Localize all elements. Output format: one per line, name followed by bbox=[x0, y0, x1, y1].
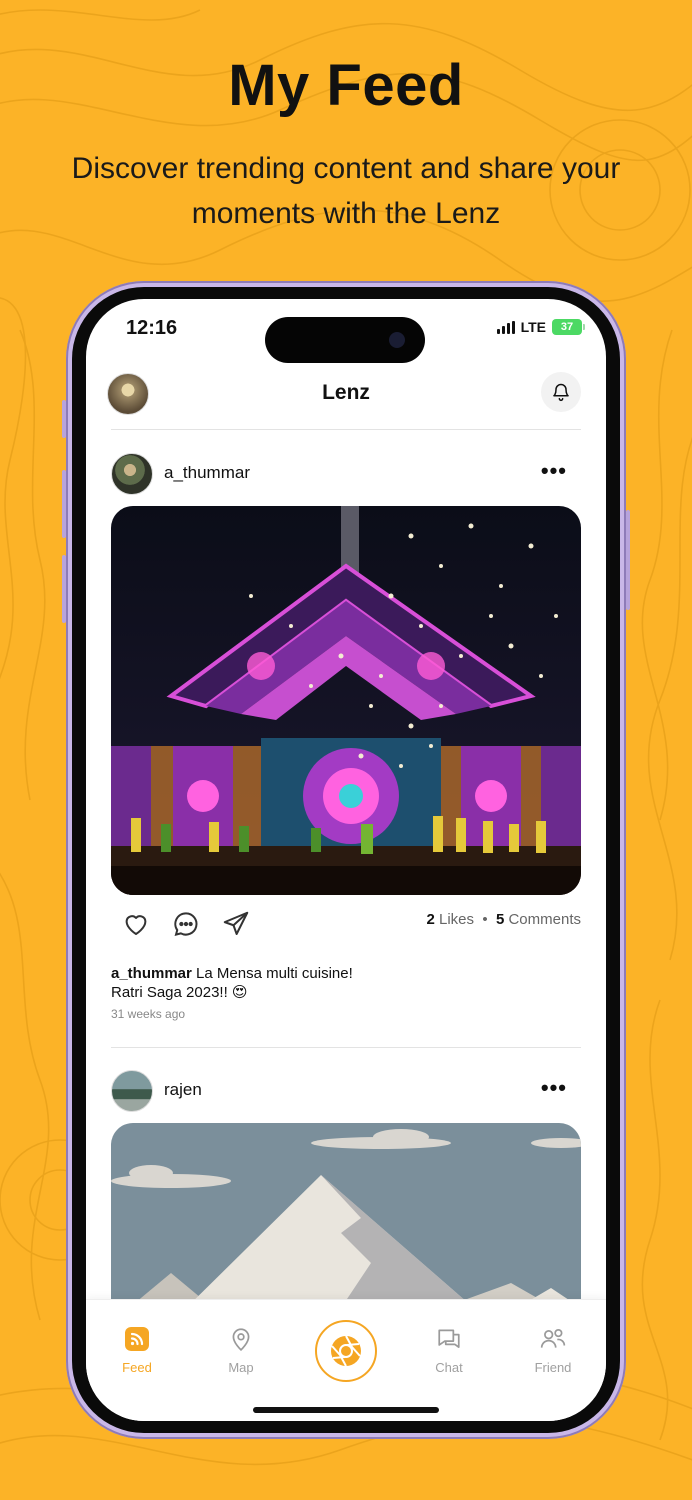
header-divider bbox=[111, 429, 581, 430]
post-timestamp: 31 weeks ago bbox=[111, 1007, 186, 1021]
likes-count: 2 bbox=[426, 911, 435, 928]
status-time: 12:16 bbox=[126, 317, 178, 339]
signal-icon bbox=[496, 320, 515, 334]
tab-map[interactable]: Map bbox=[206, 1326, 276, 1375]
phone-screen: 12:16 LTE 37 Lenz a_thummar ••• 2 Likes … bbox=[86, 299, 606, 1421]
heart-icon[interactable] bbox=[121, 909, 151, 939]
post-stats: 2 Likes • 5 Comments bbox=[426, 911, 581, 928]
mountain-illustration bbox=[111, 1123, 581, 1323]
post-image[interactable] bbox=[111, 506, 581, 895]
chat-icon bbox=[438, 1329, 460, 1348]
app-title: Lenz bbox=[322, 381, 370, 404]
feed-icon bbox=[125, 1327, 149, 1351]
camera-shutter-icon bbox=[331, 1335, 361, 1367]
bottom-tab-bar: Feed Map Chat Friend bbox=[86, 1299, 606, 1421]
stats-separator: • bbox=[478, 911, 492, 928]
caption-text: La Mensa multi cuisine! bbox=[196, 965, 353, 982]
side-button-right bbox=[626, 510, 630, 610]
post-divider bbox=[111, 1047, 581, 1048]
tab-friend[interactable]: Friend bbox=[518, 1326, 588, 1375]
bell-icon bbox=[553, 383, 569, 402]
tab-chat[interactable]: Chat bbox=[414, 1326, 484, 1375]
tab-chat-label: Chat bbox=[435, 1360, 463, 1375]
map-pin-icon bbox=[232, 1328, 250, 1352]
hero-subtitle: Discover trending content and share your… bbox=[71, 152, 621, 230]
friends-icon bbox=[540, 1328, 566, 1348]
post-username[interactable]: rajen bbox=[164, 1080, 202, 1100]
notifications-button[interactable] bbox=[541, 372, 581, 412]
camera-icon bbox=[389, 332, 405, 348]
battery-level: 37 bbox=[560, 321, 574, 333]
tab-feed[interactable]: Feed bbox=[102, 1326, 172, 1375]
app-header: Lenz bbox=[86, 369, 606, 429]
more-options-icon[interactable]: ••• bbox=[541, 460, 567, 482]
side-button-left-1 bbox=[62, 400, 66, 438]
caption-line-2: Ratri Saga 2023!! 😍 bbox=[111, 984, 248, 1001]
hero-title: My Feed bbox=[228, 53, 464, 118]
comment-icon[interactable] bbox=[171, 909, 201, 939]
tab-map-label: Map bbox=[228, 1360, 254, 1375]
battery-icon: 37 bbox=[552, 319, 585, 335]
tab-friend-label: Friend bbox=[534, 1360, 572, 1375]
post-actions: 2 Likes • 5 Comments bbox=[111, 905, 581, 945]
home-indicator[interactable] bbox=[253, 1407, 439, 1413]
capture-button[interactable] bbox=[315, 1320, 377, 1382]
status-indicators: LTE 37 bbox=[496, 319, 585, 335]
comments-label[interactable]: Comments bbox=[508, 911, 581, 928]
tab-feed-label: Feed bbox=[122, 1360, 152, 1375]
concert-stage-photo bbox=[111, 506, 581, 895]
side-button-left-3 bbox=[62, 555, 66, 623]
caption-username[interactable]: a_thummar bbox=[111, 965, 192, 982]
comments-count: 5 bbox=[495, 911, 505, 928]
likes-label[interactable]: Likes bbox=[439, 911, 474, 928]
post-username[interactable]: a_thummar bbox=[164, 463, 250, 483]
side-button-left-2 bbox=[62, 470, 66, 538]
dynamic-island bbox=[265, 317, 425, 363]
avatar[interactable] bbox=[111, 453, 153, 495]
more-options-icon[interactable]: ••• bbox=[541, 1077, 567, 1099]
avatar[interactable] bbox=[111, 1070, 153, 1112]
post-header: rajen ••• bbox=[111, 1070, 581, 1112]
network-label: LTE bbox=[520, 319, 546, 335]
post-header: a_thummar ••• bbox=[111, 453, 581, 495]
post-image[interactable] bbox=[111, 1123, 581, 1323]
post-caption: a_thummar La Mensa multi cuisine! Ratri … bbox=[111, 964, 571, 1002]
share-icon[interactable] bbox=[221, 909, 251, 939]
